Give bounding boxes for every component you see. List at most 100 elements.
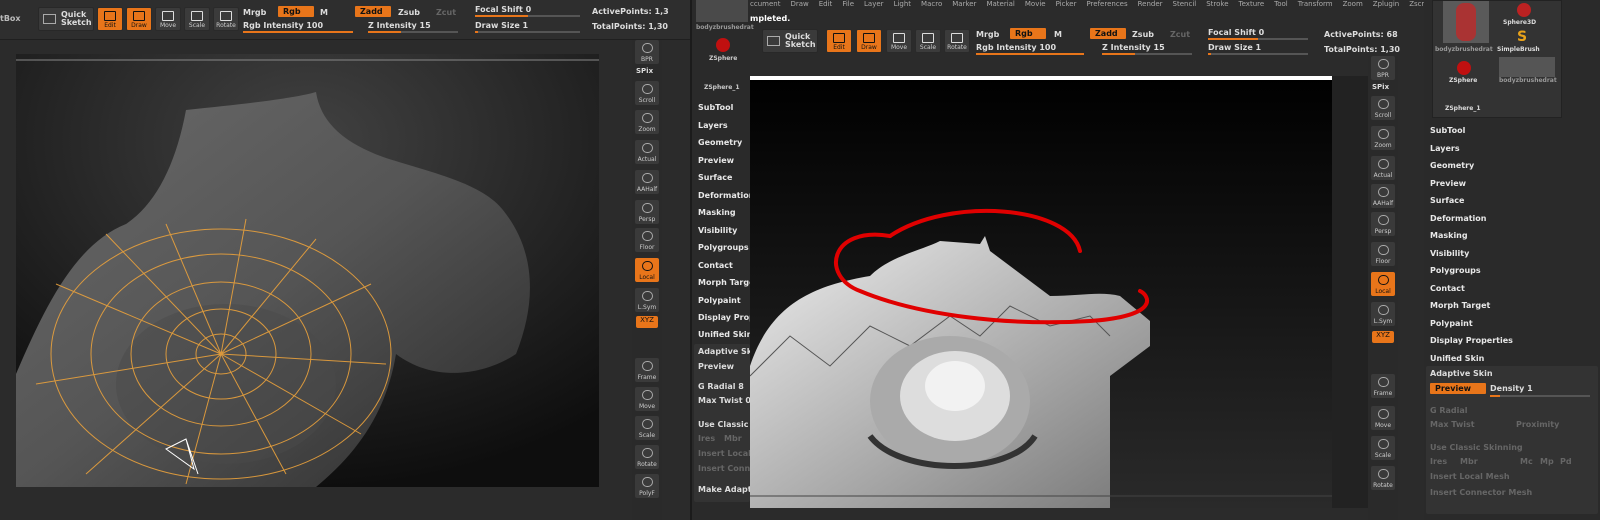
local-button[interactable]: Local [635,258,659,282]
z-intensity-slider[interactable] [368,31,458,33]
max-twist-slider[interactable]: Max Twist 0 [698,396,751,405]
zcut-toggle[interactable]: Zcut [436,8,456,17]
lsym-button[interactable]: L.Sym [635,288,659,312]
edit-button[interactable]: Edit [97,7,123,31]
max-twist-slider[interactable]: Max Twist [1430,420,1475,429]
actual-button[interactable]: Actual [635,140,659,164]
proximity-slider[interactable]: Proximity [1516,420,1559,429]
geometry-item[interactable]: Geometry [698,138,742,147]
scale-view-button[interactable]: Scale [1371,436,1395,460]
zadd-toggle[interactable]: Zadd [355,6,391,17]
viewport-canvas[interactable] [16,54,599,487]
use-classic-button[interactable]: Use Classic Skinning [1430,443,1523,452]
menu-render[interactable]: Render [1138,0,1163,12]
aahalf-button[interactable]: AAHalf [1371,184,1395,208]
lsym-button[interactable]: L.Sym [1371,302,1395,326]
layers-item[interactable]: Layers [698,121,728,130]
layers-item[interactable]: Layers [1430,144,1460,153]
menu-zoom[interactable]: Zoom [1343,0,1363,12]
zsphere-icon[interactable] [1457,61,1471,75]
body-tool-thumb[interactable] [1443,1,1489,43]
draw-button[interactable]: Draw [856,29,882,53]
rgb-toggle[interactable]: Rgb [1010,28,1046,39]
polygroups-item[interactable]: Polygroups [698,243,749,252]
draw-size-slider[interactable] [475,31,580,33]
g-radial-slider[interactable]: G Radial [1430,406,1468,415]
contact-item[interactable]: Contact [1430,284,1465,293]
menu-material[interactable]: Material [986,0,1014,12]
menu-picker[interactable]: Picker [1056,0,1077,12]
mbr-slider[interactable]: Mbr [724,434,742,443]
rotate-view-button[interactable]: Rotate [1371,466,1395,490]
local-button[interactable]: Local [1371,272,1395,296]
zsub-toggle[interactable]: Zsub [1132,30,1154,39]
preview-item[interactable]: Preview [1430,179,1466,188]
rotate-view-button[interactable]: Rotate [635,445,659,469]
density-slider[interactable]: Density 1 [1490,384,1533,393]
subtool-item[interactable]: SubTool [1430,126,1465,135]
preview-button[interactable]: Preview [1430,383,1486,394]
move-button[interactable]: Move [155,7,181,31]
tool-thumb-body[interactable] [696,0,748,22]
actual-button[interactable]: Actual [1371,156,1395,180]
mc-slider[interactable]: Mc [1520,457,1533,466]
display-properties-item[interactable]: Display Properties [1430,336,1513,345]
bpr-button[interactable]: BPR [635,40,659,64]
zadd-toggle[interactable]: Zadd [1090,28,1126,39]
menu-tool[interactable]: Tool [1274,0,1288,12]
spix-label[interactable]: SPix [636,67,653,75]
surface-item[interactable]: Surface [698,173,732,182]
ires-slider[interactable]: Ires [1430,457,1447,466]
move-view-button[interactable]: Move [1371,406,1395,430]
menu-marker[interactable]: Marker [952,0,976,12]
body-tool-thumb-2[interactable] [1499,57,1555,77]
masking-item[interactable]: Masking [698,208,736,217]
use-classic-button[interactable]: Use Classic S [698,420,757,429]
rgb-intensity-slider[interactable] [976,53,1084,55]
mrgb-toggle[interactable]: Mrgb [243,8,266,17]
rotate-button[interactable]: Rotate [213,7,239,31]
mbr-slider[interactable]: Mbr [1460,457,1478,466]
insert-connector-button[interactable]: Insert Connector Mesh [1430,488,1532,497]
zsphere-icon[interactable] [716,38,730,52]
frame-button[interactable]: Frame [1371,374,1395,398]
floor-button[interactable]: Floor [635,228,659,252]
menu-file[interactable]: File [842,0,854,12]
polyf-button[interactable]: PolyF [635,474,659,498]
menu-macro[interactable]: Macro [921,0,942,12]
z-intensity-slider[interactable] [1102,53,1192,55]
preview-item[interactable]: Preview [698,156,734,165]
deformation-item[interactable]: Deformation [1430,214,1486,223]
menu-zplugin[interactable]: Zplugin [1373,0,1399,12]
visibility-item[interactable]: Visibility [1430,249,1469,258]
zoom-button[interactable]: Zoom [635,110,659,134]
surface-item[interactable]: Surface [1430,196,1464,205]
viewport-canvas[interactable] [750,76,1368,508]
insert-local-button[interactable]: Insert Local Mesh [1430,472,1510,481]
preview-button[interactable]: Preview [698,362,734,371]
zsub-toggle[interactable]: Zsub [398,8,420,17]
xyz-button[interactable]: XYZ [1372,331,1394,343]
menu-movie[interactable]: Movie [1025,0,1046,12]
move-view-button[interactable]: Move [635,387,659,411]
unified-skin-item[interactable]: Unified Skin [698,330,752,339]
rgb-intensity-slider[interactable] [243,31,353,33]
pd-slider[interactable]: Pd [1560,457,1572,466]
density-slider-track[interactable] [1490,395,1590,397]
polypaint-item[interactable]: Polypaint [698,296,741,305]
unified-skin-item[interactable]: Unified Skin [1430,354,1484,363]
scroll-button[interactable]: Scroll [1371,96,1395,120]
simplebrush-icon[interactable]: S [1517,29,1527,45]
visibility-item[interactable]: Visibility [698,226,737,235]
menu-stencil[interactable]: Stencil [1173,0,1197,12]
focal-shift-slider[interactable] [475,15,580,17]
contact-item[interactable]: Contact [698,261,733,270]
mrgb-toggle[interactable]: Mrgb [976,30,999,39]
rotate-button[interactable]: Rotate [944,29,970,53]
geometry-item[interactable]: Geometry [1430,161,1474,170]
masking-item[interactable]: Masking [1430,231,1468,240]
m-toggle[interactable]: M [1054,30,1062,39]
xyz-button[interactable]: XYZ [636,316,658,328]
persp-button[interactable]: Persp [1371,212,1395,236]
spix-label[interactable]: SPix [1372,83,1389,91]
